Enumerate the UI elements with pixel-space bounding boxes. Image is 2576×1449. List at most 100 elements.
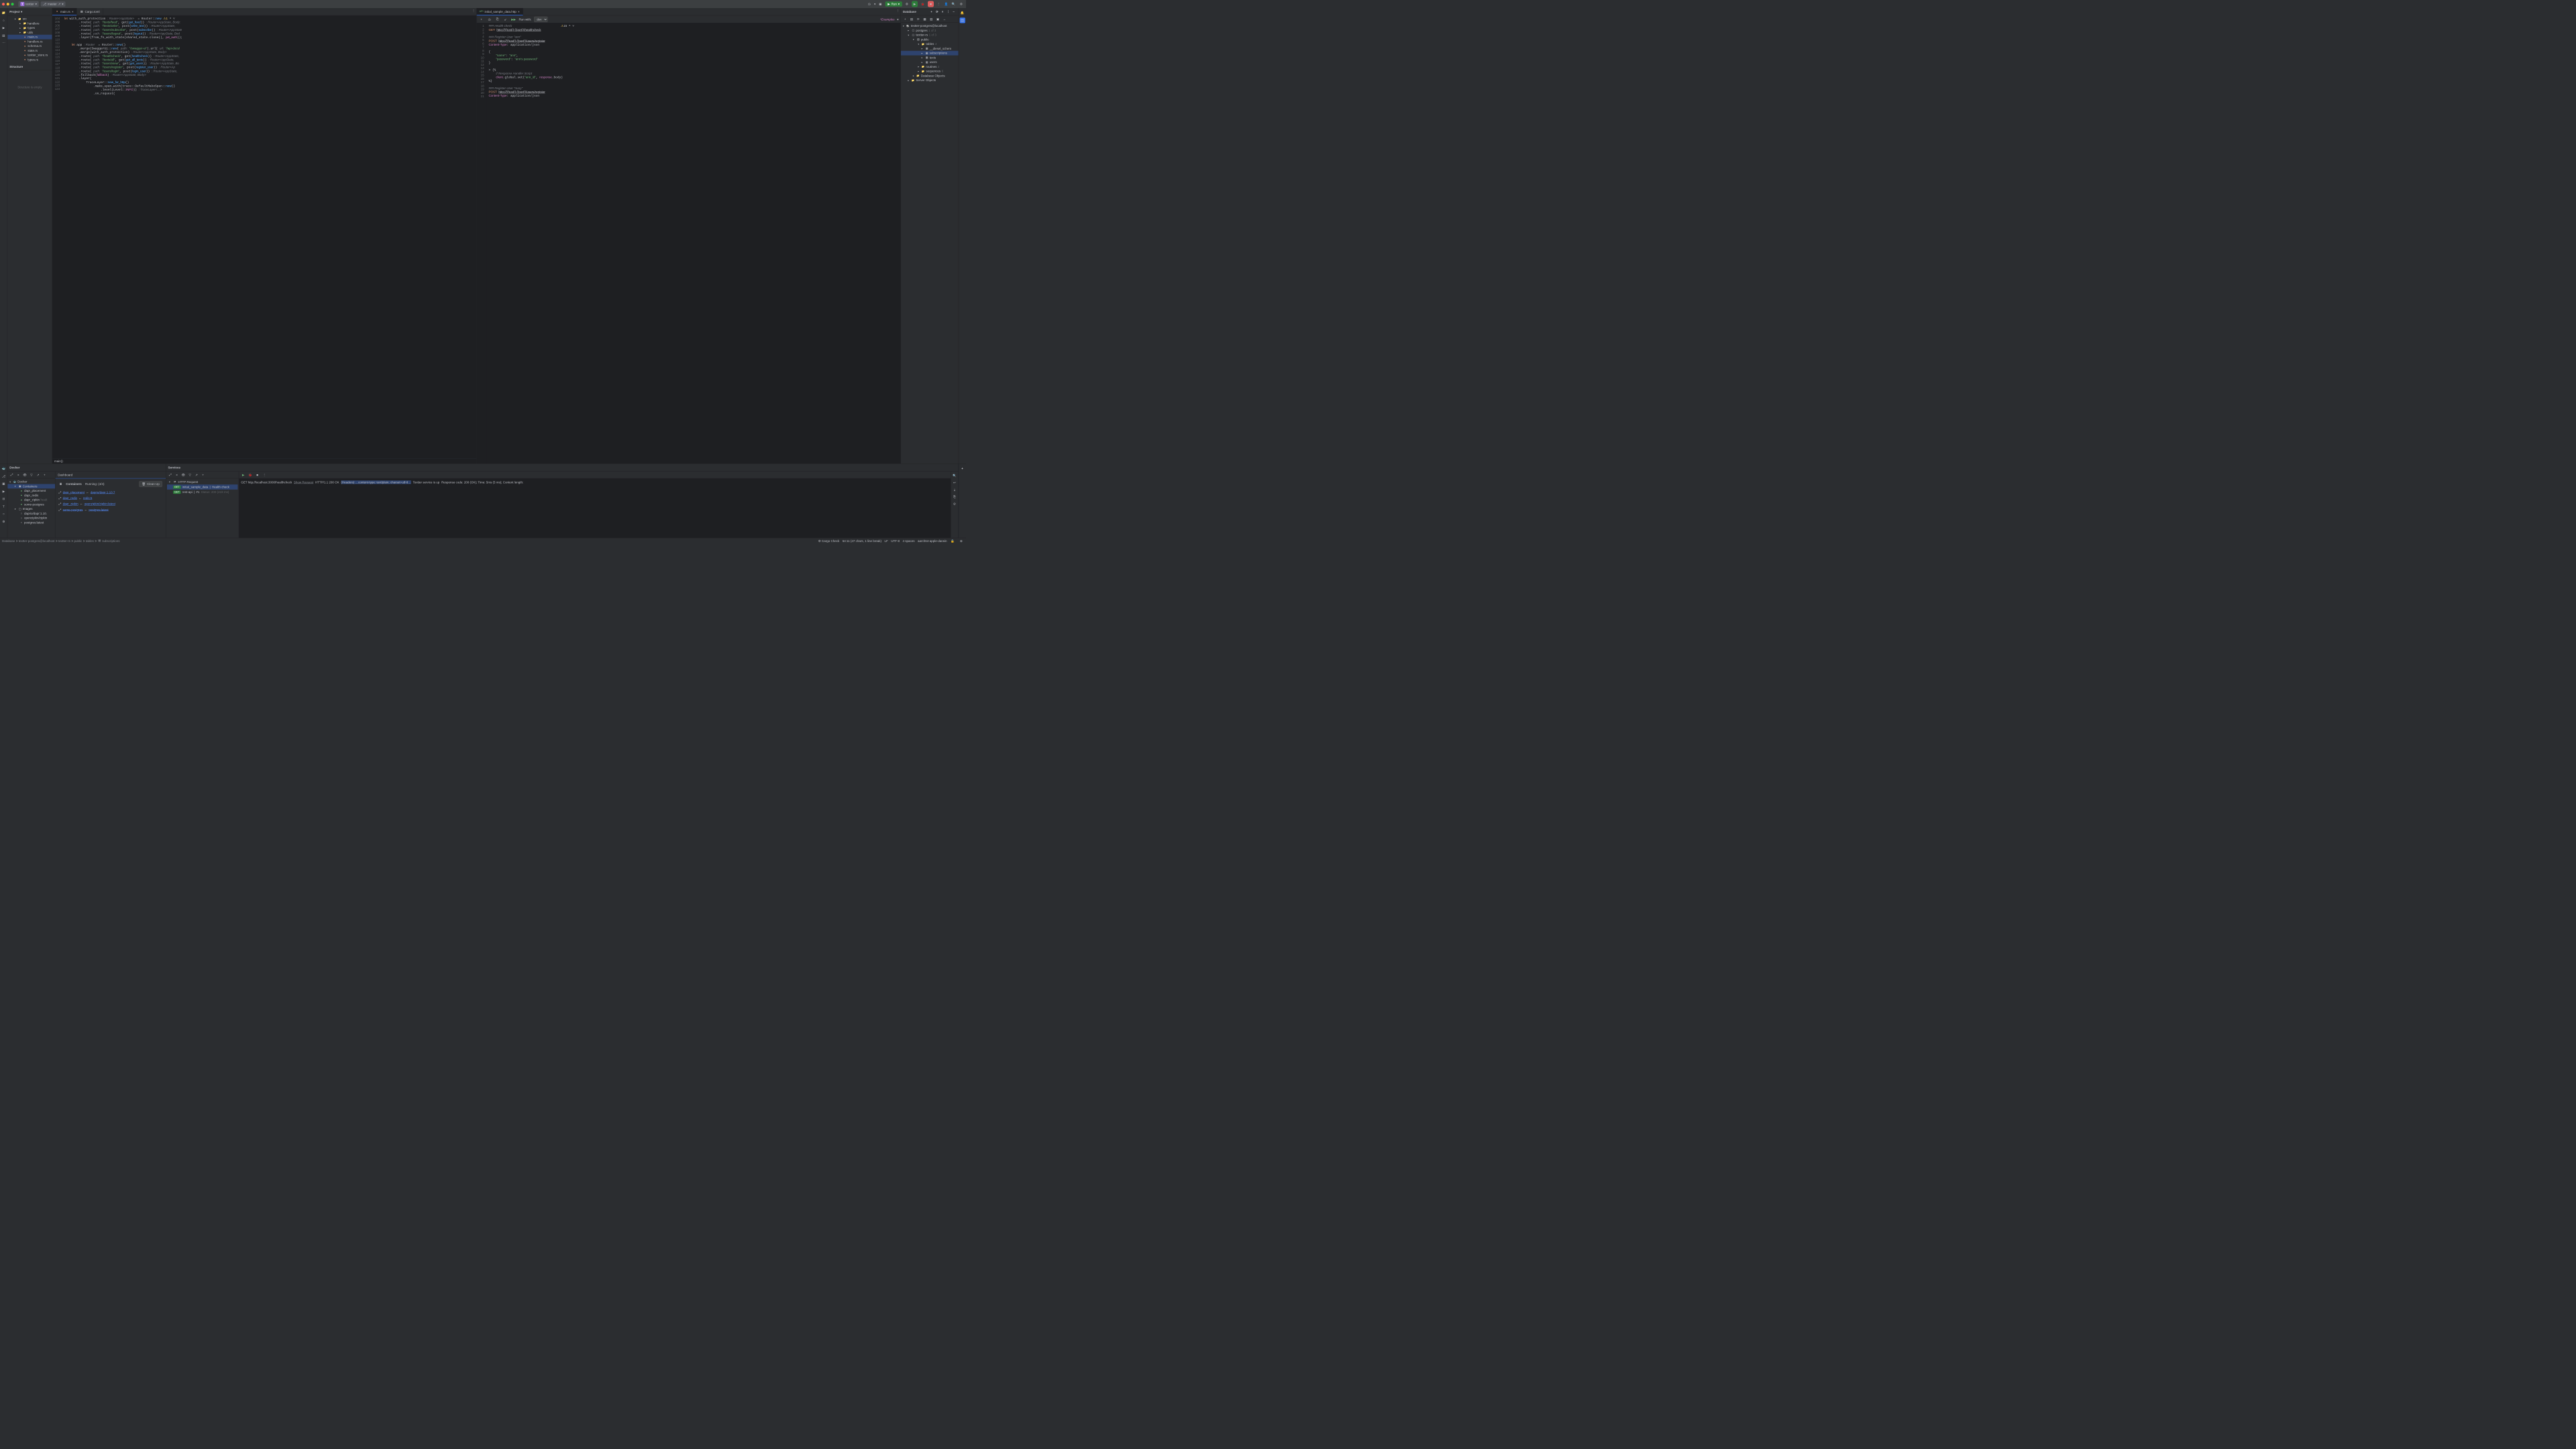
close-icon[interactable]: × [15,472,21,478]
line-separator[interactable]: LF [884,539,888,542]
tree-file-types-rs[interactable]: ●types.rs [7,58,52,62]
maximize-window[interactable] [11,3,14,5]
close-icon[interactable]: × [174,472,180,478]
table-icon[interactable]: ▥ [928,16,934,21]
console-icon[interactable]: ▦ [922,16,927,21]
todo-tool-icon[interactable]: T [1,504,6,509]
run-tool-icon[interactable]: ▶ [1,488,6,494]
tab-main-rs[interactable]: ●main.rs× [52,8,77,15]
docker-root[interactable]: ▾🐳Docker [7,480,55,484]
tree-file-handlers-rs[interactable]: ●handlers.rs [7,40,52,44]
debug-icon[interactable]: 🐞 [248,472,253,478]
run-button[interactable]: ▶ Run ▾ [885,1,902,7]
add-icon[interactable]: + [902,16,908,21]
close-icon[interactable]: × [72,9,74,13]
tools-icon[interactable]: ⚙ [904,1,910,7]
list-item[interactable]: ⤢dapr_redis ← redis:6 [59,495,162,501]
db-postgres[interactable]: ▸▢postgres 1 of 3 [901,28,959,33]
db-sequences[interactable]: ▸📁sequences 6 [901,69,959,74]
minimize-icon[interactable]: − [951,9,957,14]
db-textter-rs[interactable]: ▾▢textter-rs 1 of 3 [901,33,959,38]
clock-icon[interactable]: ◷ [867,1,872,7]
minimize-window[interactable] [7,3,9,5]
stop-icon[interactable]: ■ [255,472,260,478]
expand-icon[interactable]: ⤢ [168,472,173,478]
indent[interactable]: 4 spaces [902,539,914,542]
encoding[interactable]: UTF-8 [891,539,900,542]
git-tool-icon[interactable]: ⎇ [1,474,6,479]
commit-tool-icon[interactable]: ○ [1,17,6,23]
zoom-icon[interactable]: ⊕ [959,538,964,543]
db-server-objects[interactable]: ▸📁Server Objects [901,78,959,83]
lock-icon[interactable]: 🔒 [950,538,955,543]
tab-more-icon[interactable]: ⋮ [895,8,900,13]
project-selector[interactable]: T textter ▾ [18,1,39,7]
import-icon[interactable]: ↙ [502,17,508,22]
tree-folder-src[interactable]: ▾📁src [7,17,52,21]
examples-link[interactable]: *Examples [880,17,895,21]
project-tool-icon[interactable]: 📁 [1,10,6,15]
image-zipkin[interactable]: ○openzipkin/zipkin [7,516,55,521]
docker-images[interactable]: ▾▢Images [7,506,55,511]
image-postgres[interactable]: ○postgres:latest [7,521,55,525]
cargo-check-status[interactable]: ⚙ Cargo Check [818,539,840,542]
db-objects[interactable]: ▸📁Database Objects [901,74,959,78]
run-icon[interactable]: ▶ [241,472,246,478]
services-tool-icon[interactable]: ⚙ [1,519,6,524]
expand-icon[interactable]: ⤢ [59,496,62,500]
http-request-node[interactable]: ▾⇄HTTP Request [167,480,237,485]
list-item[interactable]: ⤢dapr_placement ← daprio/dapr:1.10.7 [59,490,162,496]
settings-icon[interactable]: ⚙ [959,1,964,7]
tree-file-state-rs[interactable]: ●state.rs [7,48,52,53]
debug-button[interactable]: 🐞 [920,1,926,7]
tab-http-file[interactable]: APIinitial_sample_data.http× [476,8,523,15]
list-item[interactable]: ⤢dapr_zipkin ← openzipkin/zipkin:latest [59,501,162,507]
more-tool-icon[interactable]: ⋯ [1,40,6,46]
db-routines[interactable]: ▸📁routines 2 [901,64,959,69]
dashboard-tab[interactable]: Dashboard [56,472,166,479]
tree-file-schema-rs[interactable]: ●schema.rs [7,44,52,48]
add-icon[interactable]: + [201,472,206,478]
code-editor-right[interactable]: 123456789101112131415161718192021 ### He… [476,23,900,464]
collaborate-icon[interactable]: 👤 [943,1,949,7]
copy-icon[interactable]: ⎘ [494,17,500,22]
chevron-down-icon[interactable]: ▾ [874,2,875,5]
sync-icon[interactable]: ⟳ [916,16,921,21]
view-icon[interactable]: 👁 [22,472,28,478]
copy-icon[interactable]: ⎘ [952,494,957,500]
tree-folder-handlers[interactable]: ▸📁handlers [7,21,52,26]
wrap-icon[interactable]: ↩ [952,480,957,486]
code-content[interactable]: let with_auth_protection : Router<AppSta… [62,15,476,458]
target-arch[interactable]: aarch64-apple-darwin [918,539,947,542]
response-console[interactable]: GET http://localhost:3000/healthcheck Sh… [239,478,951,538]
more-icon[interactable]: ⋮ [945,9,951,14]
diagram-icon[interactable]: ▣ [935,16,941,21]
container-dapr-placement[interactable]: ●dapr_placement [7,488,55,493]
container-some-postgres[interactable]: ●some-postgres [7,502,55,507]
show-request-link[interactable]: Show Request [294,480,313,484]
history-icon[interactable]: ◷ [486,17,492,22]
container-dapr-zipkin[interactable]: ●dapr_zipkin healt [7,498,55,502]
debug-tool-icon[interactable]: ▶ [1,25,6,31]
db-table-diesel[interactable]: ▸▦__diesel_schem [901,46,959,51]
db-connection[interactable]: ▾🐘textter-postgres@localhost [901,23,959,28]
chevron-down-icon[interactable]: ▾ [897,17,898,21]
container-dapr-redis[interactable]: ●dapr_redis [7,493,55,498]
db-table-users[interactable]: ▸▦users [901,60,959,64]
export-icon[interactable]: ↗ [36,472,41,478]
vcs-branch[interactable]: ⎇ master ↗ ▾ [41,1,66,7]
cursor-position[interactable]: 64:11 (47 chars, 1 line break) [843,539,881,542]
filter-icon[interactable]: ▽ [29,472,34,478]
request-item-1[interactable]: GETinitial_sample_data | Health check [167,484,237,490]
docker-tool-icon[interactable]: 🐳 [1,466,6,472]
structure-tool-icon[interactable]: ▤ [1,33,6,38]
status-breadcrumb[interactable]: Database> textter-postgres@localhost> te… [2,539,120,542]
expand-icon[interactable]: ⤢ [9,472,15,478]
run-all-icon[interactable]: ▶▶ [511,17,516,22]
add-icon[interactable]: + [42,472,47,478]
layout-icon[interactable]: ▣ [877,1,883,7]
scroll-icon[interactable]: ⤓ [952,487,957,492]
env-select[interactable]: dev [534,17,547,22]
close-window[interactable] [2,3,5,5]
expand-icon[interactable]: ⤢ [59,508,62,512]
